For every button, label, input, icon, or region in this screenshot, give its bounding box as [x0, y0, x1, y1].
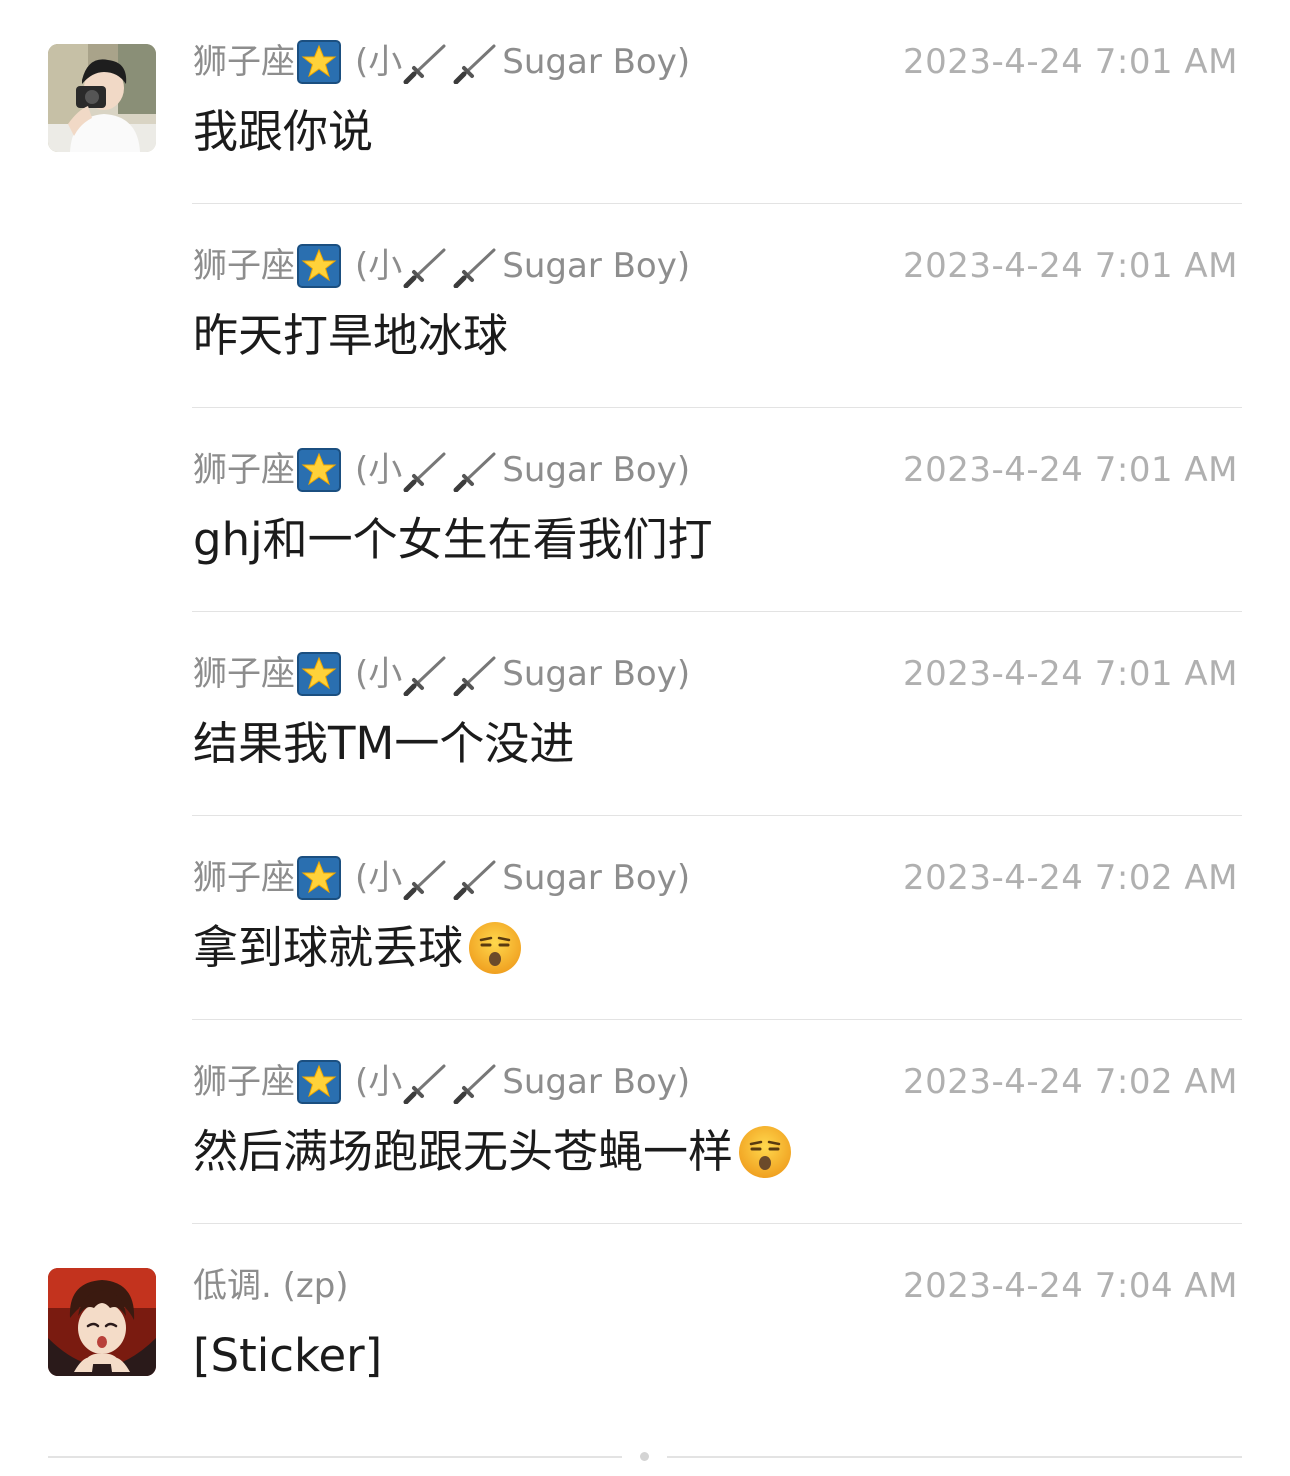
message-text-content: 拿到球就丢球: [193, 921, 464, 974]
star-badge-icon: [297, 652, 341, 696]
scroll-indicator: [640, 1452, 649, 1461]
message-row[interactable]: 狮子座 (小 Sugar Boy) 2023-4-24 7:01 AM 我跟你说: [0, 0, 1290, 204]
message-text[interactable]: 我跟你说: [193, 102, 373, 162]
dagger-icon: [453, 860, 496, 900]
sender-name-prefix: (小: [355, 246, 403, 286]
sender-name: 狮子座 (小 Sugar Boy): [193, 650, 690, 698]
star-badge-icon: [297, 448, 341, 492]
message-text-content: [Sticker]: [193, 1329, 383, 1382]
avatar[interactable]: [48, 44, 156, 152]
message-text[interactable]: 结果我TM一个没进: [193, 714, 574, 774]
sender-name: 狮子座 (小 Sugar Boy): [193, 854, 690, 902]
message-row[interactable]: 狮子座 (小 Sugar Boy) 2023-4-24 7:01 AM 昨天打旱…: [0, 204, 1290, 408]
message-timestamp: 2023-4-24 7:01 AM: [902, 42, 1238, 82]
sender-name-prefix: (小: [355, 450, 403, 490]
message-text-content: ghj和一个女生在看我们打: [193, 513, 713, 566]
message-text[interactable]: ghj和一个女生在看我们打: [193, 510, 713, 570]
dagger-icon: [453, 656, 496, 696]
sender-name-suffix: Sugar Boy): [502, 654, 691, 694]
message-row[interactable]: 低调. (zp) 2023-4-24 7:04 AM [Sticker]: [0, 1224, 1290, 1428]
dagger-icon: [403, 1064, 446, 1104]
message-timestamp: 2023-4-24 7:02 AM: [902, 858, 1238, 898]
star-badge-icon: [297, 244, 341, 288]
message-text-content: 我跟你说: [193, 105, 374, 158]
message-timestamp: 2023-4-24 7:04 AM: [902, 1266, 1238, 1306]
sender-name: 狮子座 (小 Sugar Boy): [193, 38, 690, 86]
sender-name-text: 狮子座: [193, 42, 295, 82]
message-text[interactable]: [Sticker]: [193, 1326, 382, 1386]
message-row[interactable]: 狮子座 (小 Sugar Boy) 2023-4-24 7:01 AM 结果我T…: [0, 612, 1290, 816]
message-timestamp: 2023-4-24 7:02 AM: [902, 1062, 1238, 1102]
dagger-icon: [403, 656, 446, 696]
sender-name-prefix: (小: [355, 858, 403, 898]
dagger-icon: [453, 1064, 496, 1104]
sender-name-prefix: (小: [355, 654, 403, 694]
sender-name: 低调. (zp): [193, 1262, 349, 1310]
star-badge-icon: [297, 40, 341, 84]
sender-name-text: 狮子座: [193, 450, 295, 490]
message-timestamp: 2023-4-24 7:01 AM: [902, 654, 1238, 694]
message-text[interactable]: 拿到球就丢球: [193, 918, 523, 978]
sender-name-text: 狮子座: [193, 246, 295, 286]
sender-name-text: 狮子座: [193, 1062, 295, 1102]
dagger-icon: [403, 44, 446, 84]
message-timestamp: 2023-4-24 7:01 AM: [902, 246, 1238, 286]
message-text[interactable]: 昨天打旱地冰球: [193, 306, 508, 366]
sender-name-prefix: (小: [355, 1062, 403, 1102]
sender-name-suffix: Sugar Boy): [502, 450, 691, 490]
message-row[interactable]: 狮子座 (小 Sugar Boy) 2023-4-24 7:02 AM 拿到球就…: [0, 816, 1290, 1020]
sender-name-suffix: Sugar Boy): [502, 1062, 691, 1102]
unamused-face-icon: [469, 922, 522, 974]
dagger-icon: [403, 248, 446, 288]
message-text-content: 昨天打旱地冰球: [193, 309, 509, 362]
sender-name-text: 狮子座: [193, 654, 295, 694]
sender-name-text: 低调. (zp): [193, 1266, 349, 1306]
sender-name-text: 狮子座: [193, 858, 295, 898]
dagger-icon: [453, 248, 496, 288]
sender-name: 狮子座 (小 Sugar Boy): [193, 242, 690, 290]
message-text[interactable]: 然后满场跑跟无头苍蝇一样: [193, 1122, 793, 1182]
sender-name-suffix: Sugar Boy): [502, 42, 691, 82]
message-text-content: 然后满场跑跟无头苍蝇一样: [193, 1125, 734, 1178]
message-text-content: 结果我TM一个没进: [193, 717, 575, 770]
message-row[interactable]: 狮子座 (小 Sugar Boy) 2023-4-24 7:02 AM 然后满场…: [0, 1020, 1290, 1224]
star-badge-icon: [297, 856, 341, 900]
dagger-icon: [453, 452, 496, 492]
sender-name: 狮子座 (小 Sugar Boy): [193, 1058, 690, 1106]
star-badge-icon: [297, 1060, 341, 1104]
unamused-face-icon: [739, 1126, 792, 1178]
divider: [667, 1456, 1242, 1458]
dagger-icon: [453, 44, 496, 84]
message-row[interactable]: 狮子座 (小 Sugar Boy) 2023-4-24 7:01 AM ghj和…: [0, 408, 1290, 612]
dagger-icon: [403, 860, 446, 900]
avatar[interactable]: [48, 1268, 156, 1376]
message-timestamp: 2023-4-24 7:01 AM: [902, 450, 1238, 490]
sender-name-suffix: Sugar Boy): [502, 246, 691, 286]
sender-name-suffix: Sugar Boy): [502, 858, 691, 898]
sender-name-prefix: (小: [355, 42, 403, 82]
sender-name: 狮子座 (小 Sugar Boy): [193, 446, 690, 494]
dagger-icon: [403, 452, 446, 492]
divider: [48, 1456, 622, 1458]
